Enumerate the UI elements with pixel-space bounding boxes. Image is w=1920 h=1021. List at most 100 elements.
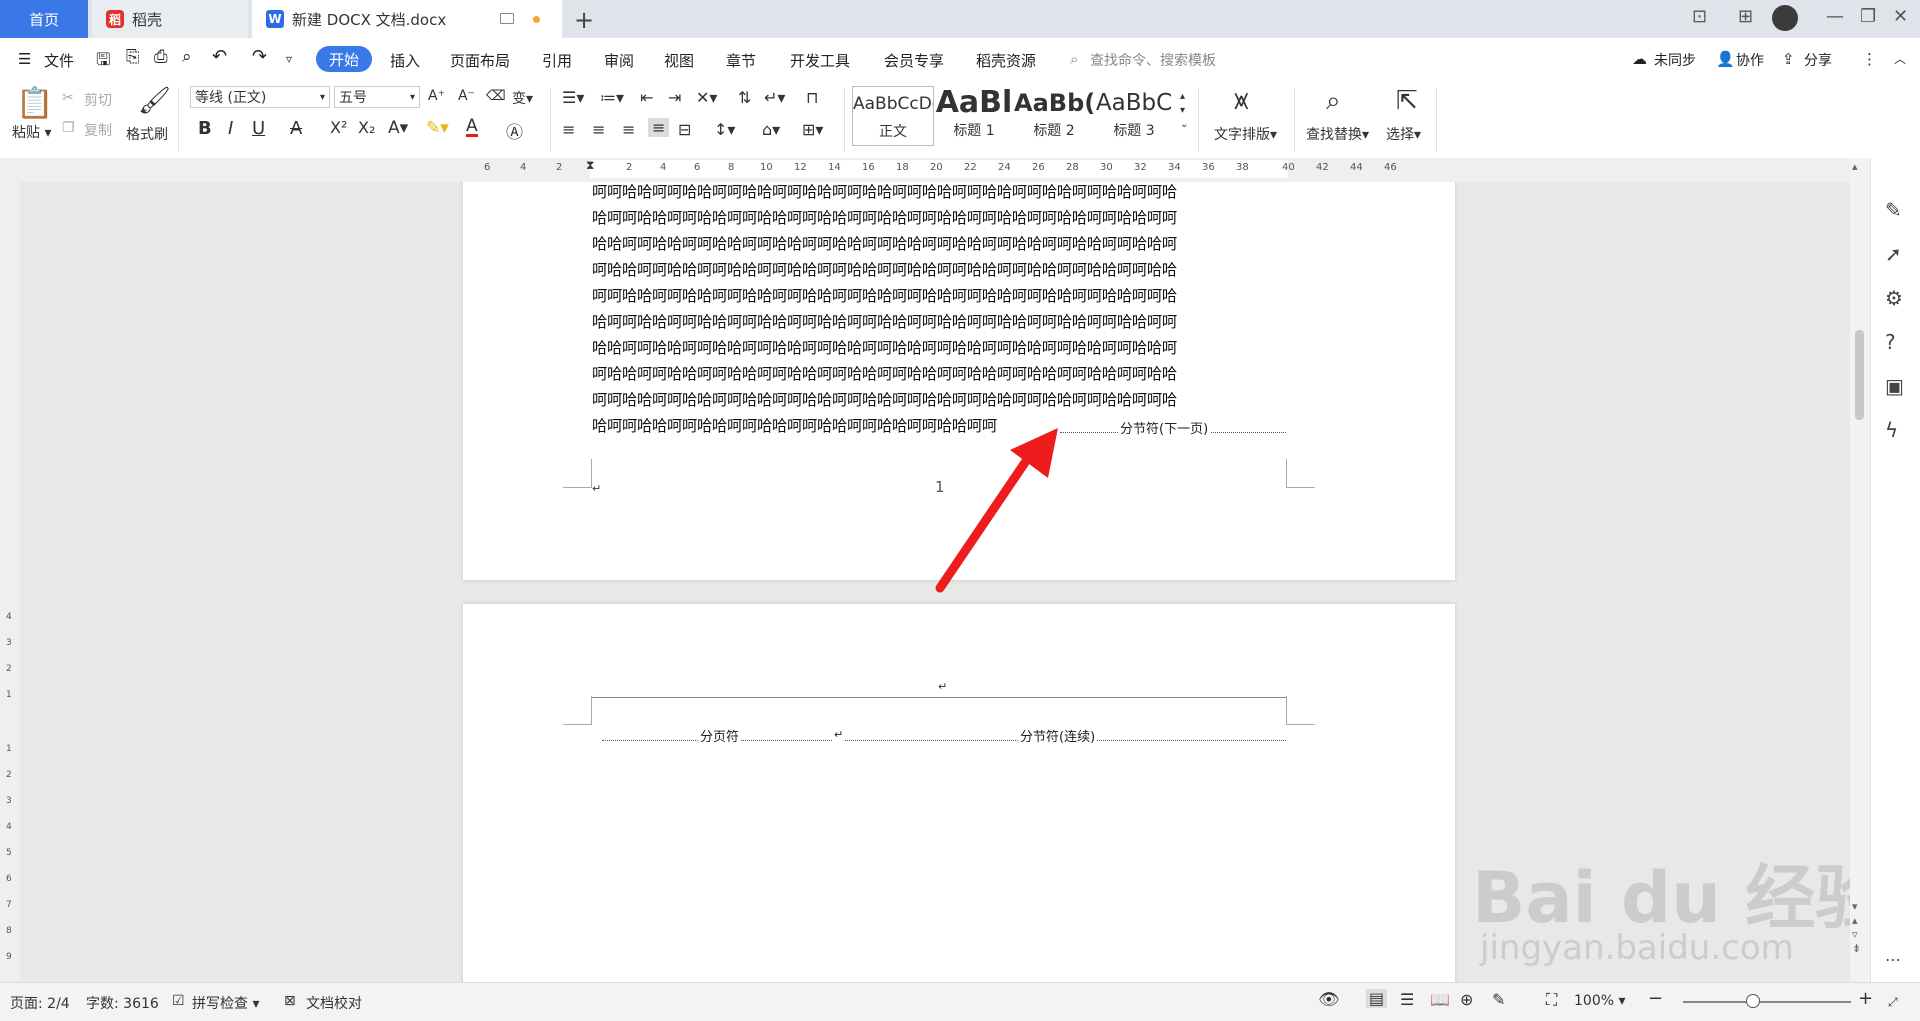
paste-icon[interactable]: 📋 bbox=[16, 86, 53, 121]
borders-icon[interactable]: ⊞▾ bbox=[802, 120, 823, 139]
fullscreen-icon[interactable]: ⤢ bbox=[1888, 995, 1898, 1010]
font-color-icon[interactable]: A bbox=[466, 118, 478, 137]
close-icon[interactable]: ✕ bbox=[1893, 6, 1908, 27]
search-command-input[interactable]: 查找命令、搜索模板 bbox=[1090, 50, 1216, 70]
undo-icon[interactable]: ↶ bbox=[212, 46, 227, 67]
avatar[interactable] bbox=[1772, 5, 1798, 31]
indent-marker-icon[interactable]: ⧗ bbox=[586, 158, 594, 173]
menu-chapter[interactable]: 章节 bbox=[726, 50, 756, 71]
doc-proof-button[interactable]: 文档校对 bbox=[306, 993, 362, 1013]
vertical-ruler[interactable] bbox=[0, 182, 20, 982]
vertical-scrollbar[interactable] bbox=[1850, 158, 1870, 982]
web-view-icon[interactable]: ⊕ bbox=[1460, 990, 1473, 1009]
minimize-icon[interactable]: — bbox=[1826, 6, 1844, 27]
write-view-icon[interactable]: ✎ bbox=[1492, 990, 1505, 1009]
cut-icon[interactable]: ✂ bbox=[62, 90, 74, 106]
chinese-layout-icon[interactable]: ✕▾ bbox=[696, 88, 717, 107]
menu-view[interactable]: 视图 bbox=[664, 50, 694, 71]
edit-pen-icon[interactable]: ✎ bbox=[1885, 198, 1902, 222]
cursor-select-icon[interactable]: ➚ bbox=[1885, 242, 1902, 266]
page-nav-icons[interactable]: ▾ ▴ ▿ ⇟ bbox=[1852, 900, 1861, 956]
screen-icon[interactable] bbox=[500, 13, 514, 24]
highlight-icon[interactable]: ✎▾ bbox=[426, 118, 449, 138]
page-view-icon[interactable]: ▤ bbox=[1366, 989, 1388, 1008]
select-button[interactable]: 选择▾ bbox=[1386, 124, 1421, 144]
more-options-icon[interactable]: ⋮ bbox=[1862, 50, 1877, 68]
copy-icon[interactable]: ❐ bbox=[62, 120, 75, 136]
font-size-select[interactable]: 五号 ▾ bbox=[334, 86, 420, 108]
underline-icon[interactable]: U bbox=[252, 118, 265, 139]
decrease-indent-icon[interactable]: ⇤ bbox=[640, 88, 653, 107]
sort-icon[interactable]: ⇅ bbox=[738, 88, 751, 107]
show-hide-marks-icon[interactable]: ↵▾ bbox=[764, 88, 785, 107]
pinyin-guide-icon[interactable]: 变▾ bbox=[512, 88, 533, 108]
eye-protection-icon[interactable]: 👁 bbox=[1318, 990, 1340, 1010]
numbered-list-icon[interactable]: ≔▾ bbox=[600, 88, 624, 107]
settings-sliders-icon[interactable]: ⚙ bbox=[1885, 286, 1903, 310]
italic-icon[interactable]: I bbox=[228, 118, 233, 139]
word-count[interactable]: 字数: 3616 bbox=[86, 993, 159, 1013]
zoom-out-icon[interactable]: − bbox=[1648, 988, 1663, 1009]
paste-button[interactable]: 粘贴 ▾ bbox=[12, 122, 51, 142]
quick-access-dropdown-icon[interactable]: ▿ bbox=[286, 52, 292, 66]
hamburger-menu-icon[interactable]: ☰ bbox=[18, 50, 31, 68]
unsynced-button[interactable]: 未同步 bbox=[1654, 50, 1696, 70]
style-heading-3[interactable]: AaBbC 标题 3 bbox=[1094, 86, 1174, 144]
collapse-ribbon-icon[interactable]: ︿ bbox=[1894, 50, 1906, 67]
style-normal[interactable]: AaBbCcDc 正文 bbox=[852, 86, 934, 146]
line-spacing-icon[interactable]: ↕▾ bbox=[714, 120, 735, 139]
subscript-icon[interactable]: X₂ bbox=[358, 118, 375, 137]
menu-file[interactable]: 文件 bbox=[44, 50, 74, 71]
menu-insert[interactable]: 插入 bbox=[390, 50, 420, 71]
format-painter-icon[interactable]: 🖌 bbox=[138, 86, 171, 116]
menu-page-layout[interactable]: 页面布局 bbox=[450, 50, 510, 71]
menu-daoke-resources[interactable]: 稻壳资源 bbox=[976, 50, 1036, 71]
scroll-up-icon[interactable]: ▴ bbox=[1852, 160, 1858, 173]
style-heading-1[interactable]: AaBl 标题 1 bbox=[934, 86, 1014, 144]
distributed-align-icon[interactable]: ⊟ bbox=[678, 120, 691, 139]
bold-icon[interactable]: B bbox=[198, 118, 212, 139]
superscript-icon[interactable]: X² bbox=[330, 118, 347, 137]
text-layout-button[interactable]: 文字排版▾ bbox=[1214, 124, 1277, 144]
clear-format-icon[interactable]: ⌫ bbox=[486, 88, 506, 104]
tab-home[interactable]: 首页 bbox=[0, 0, 88, 38]
print-preview-icon[interactable]: ⌕ bbox=[182, 47, 192, 67]
help-icon[interactable]: ? bbox=[1885, 330, 1896, 354]
bullet-list-icon[interactable]: ☰▾ bbox=[562, 88, 584, 107]
layout-icon[interactable]: ⊡ bbox=[1692, 6, 1707, 27]
find-replace-icon[interactable]: ⌕ bbox=[1326, 86, 1341, 117]
justify-icon[interactable]: ≡ bbox=[648, 118, 670, 137]
styles-scroll-icon[interactable]: ▴ ▾ ⌄ bbox=[1180, 90, 1188, 132]
find-replace-button[interactable]: 查找替换▾ bbox=[1306, 124, 1369, 144]
increase-indent-icon[interactable]: ⇥ bbox=[668, 88, 681, 107]
save-icon[interactable]: 🖫 bbox=[96, 47, 110, 76]
text-effect-icon[interactable]: A▾ bbox=[388, 118, 408, 138]
zoom-level[interactable]: 100% ▾ bbox=[1574, 993, 1626, 1009]
shrink-font-icon[interactable]: A⁻ bbox=[458, 88, 475, 104]
redo-icon[interactable]: ↷ bbox=[252, 46, 267, 67]
zoom-slider[interactable] bbox=[1683, 1001, 1851, 1003]
align-left-icon[interactable]: ≡ bbox=[562, 120, 575, 139]
restore-icon[interactable]: ❐ bbox=[1860, 6, 1876, 27]
spell-check-button[interactable]: 拼写检查 ▾ bbox=[192, 993, 259, 1013]
align-right-icon[interactable]: ≡ bbox=[622, 120, 635, 139]
image-edit-icon[interactable]: ▣ bbox=[1885, 374, 1904, 398]
page-indicator[interactable]: 页面: 2/4 bbox=[10, 993, 70, 1013]
zoom-in-icon[interactable]: + bbox=[1858, 988, 1873, 1009]
cut-button[interactable]: 剪切 bbox=[84, 90, 112, 110]
collaborate-button[interactable]: 协作 bbox=[1736, 50, 1764, 70]
menu-review[interactable]: 审阅 bbox=[604, 50, 634, 71]
tab-document[interactable]: W 新建 DOCX 文档.docx bbox=[252, 0, 562, 38]
text-layout-icon[interactable]: ⩙ bbox=[1234, 86, 1249, 117]
reading-view-icon[interactable]: 📖 bbox=[1430, 990, 1450, 1009]
outline-view-icon[interactable]: ☰ bbox=[1400, 990, 1414, 1009]
copy-button[interactable]: 复制 bbox=[84, 120, 112, 140]
menu-references[interactable]: 引用 bbox=[542, 50, 572, 71]
more-dots-icon[interactable]: ⋯ bbox=[1885, 950, 1901, 969]
menu-dev-tools[interactable]: 开发工具 bbox=[790, 50, 850, 71]
grow-font-icon[interactable]: A⁺ bbox=[428, 88, 445, 104]
align-center-icon[interactable]: ≡ bbox=[592, 120, 605, 139]
shading-icon[interactable]: ⌂▾ bbox=[762, 120, 780, 139]
style-heading-2[interactable]: AaBb( 标题 2 bbox=[1014, 86, 1094, 144]
print-icon[interactable]: ⎙ bbox=[154, 47, 168, 67]
